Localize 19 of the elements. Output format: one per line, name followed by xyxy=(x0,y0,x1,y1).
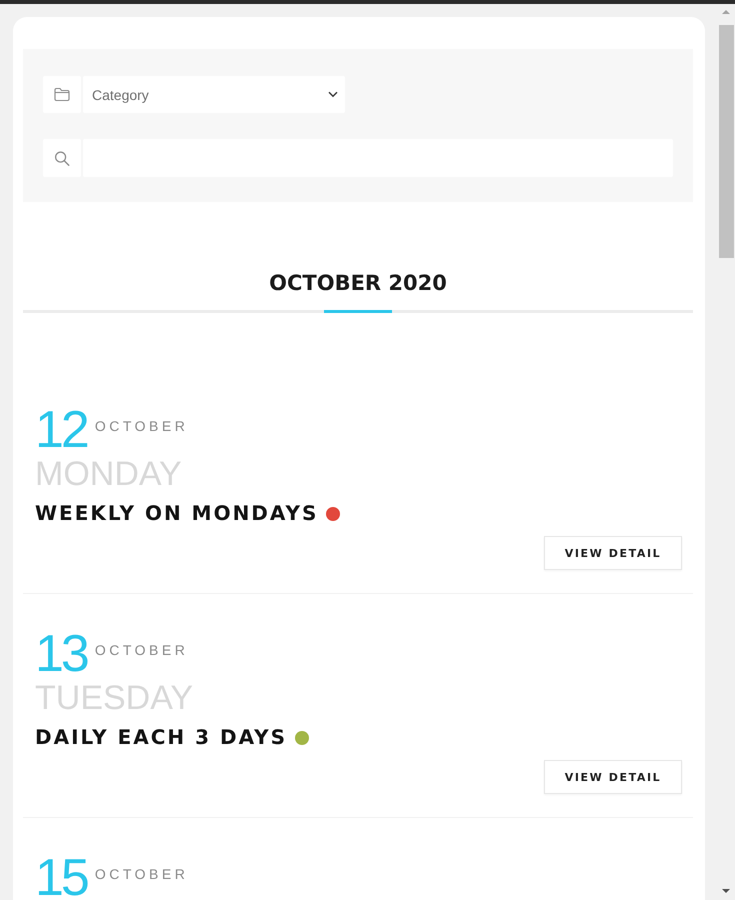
day-number: 12 xyxy=(35,410,87,450)
month-label: OCTOBER xyxy=(94,867,188,881)
heading-underline xyxy=(324,310,392,313)
month-label: OCTOBER xyxy=(94,419,188,433)
search-icon xyxy=(54,150,70,166)
day-number: 13 xyxy=(35,634,87,674)
category-select[interactable]: Category xyxy=(83,76,345,113)
chevron-down-icon xyxy=(328,91,338,98)
view-detail-button[interactable]: VIEW DETAIL xyxy=(544,760,682,794)
folder-icon xyxy=(54,87,70,102)
scroll-up-icon[interactable] xyxy=(722,10,730,14)
event-title: WEEKLY ON MONDAYS xyxy=(35,501,318,525)
month-label: OCTOBER xyxy=(94,643,188,657)
event-title: DAILY EACH 3 DAYS xyxy=(35,725,288,749)
day-number: 15 xyxy=(35,858,87,898)
scrollbar-thumb[interactable] xyxy=(718,25,734,258)
scroll-down-icon[interactable] xyxy=(722,889,730,893)
month-heading: OCTOBER 2020 xyxy=(269,270,447,296)
view-detail-button[interactable]: VIEW DETAIL xyxy=(544,536,682,570)
